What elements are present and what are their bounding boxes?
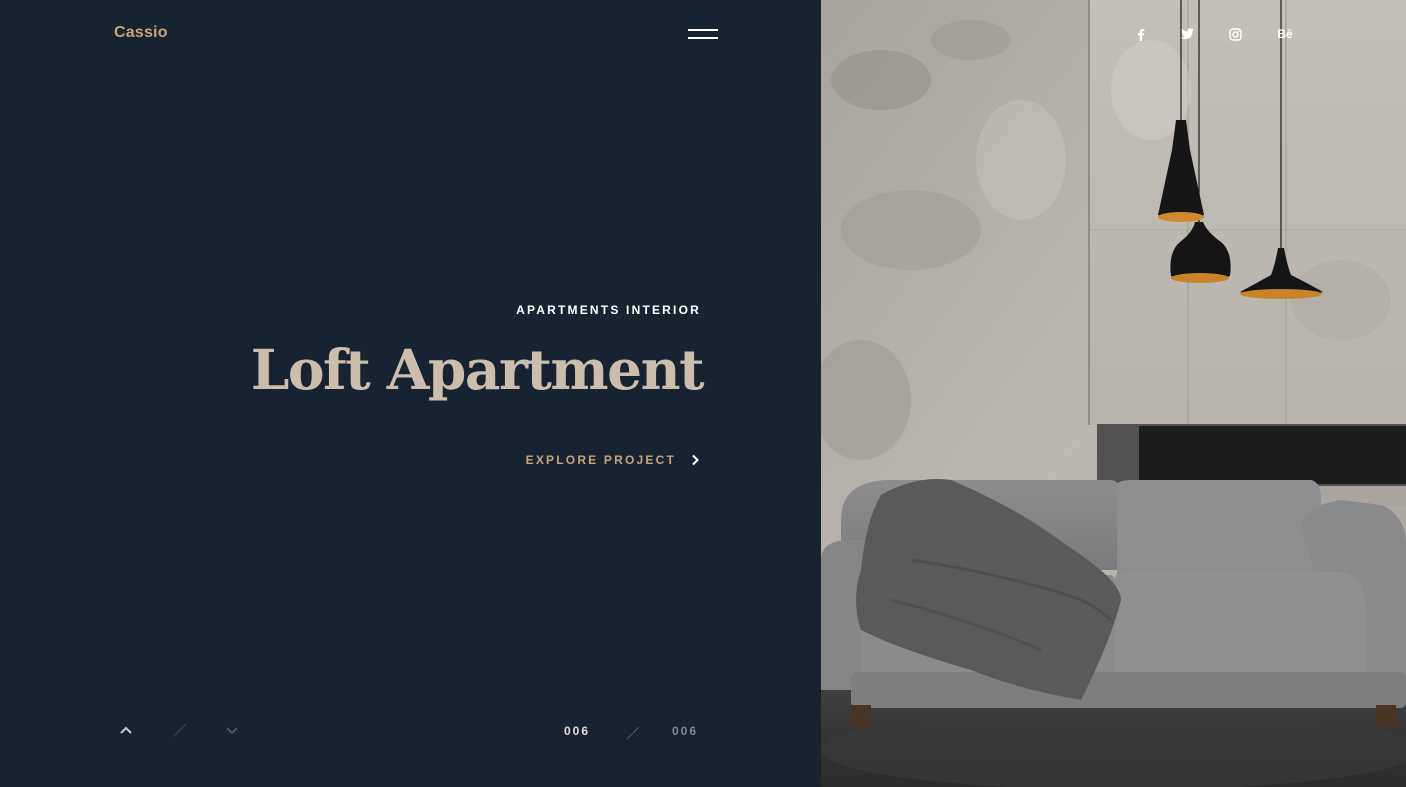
left-panel: Cassio APARTMENTS INTERIOR Loft Apartmen…	[0, 0, 821, 787]
menu-icon[interactable]	[686, 26, 720, 42]
menu-line	[688, 37, 718, 39]
explore-project-label: EXPLORE PROJECT	[525, 453, 676, 467]
hero-image: Bē	[821, 0, 1406, 787]
slide-nav	[116, 718, 246, 742]
instagram-icon[interactable]	[1225, 24, 1245, 44]
slide-total: 006	[672, 724, 699, 738]
slide-current: 006	[564, 724, 591, 738]
facebook-icon[interactable]	[1131, 24, 1151, 44]
slide-counter: 006 006	[560, 722, 705, 742]
chevron-down-icon[interactable]	[222, 720, 242, 740]
chevron-up-icon[interactable]	[116, 720, 136, 740]
slash-divider	[626, 726, 640, 740]
slash-divider	[173, 723, 187, 737]
behance-icon[interactable]: Bē	[1272, 24, 1298, 44]
menu-line	[688, 29, 718, 31]
brand-logo[interactable]: Cassio	[114, 24, 168, 42]
loft-interior-image	[821, 0, 1406, 787]
twitter-icon[interactable]	[1177, 24, 1197, 44]
chevron-right-icon	[692, 454, 699, 466]
explore-project-button[interactable]: EXPLORE PROJECT	[526, 453, 700, 467]
social-links: Bē	[821, 24, 1406, 44]
project-title: Loft Apartment	[250, 337, 705, 402]
project-category: APARTMENTS INTERIOR	[516, 303, 701, 317]
